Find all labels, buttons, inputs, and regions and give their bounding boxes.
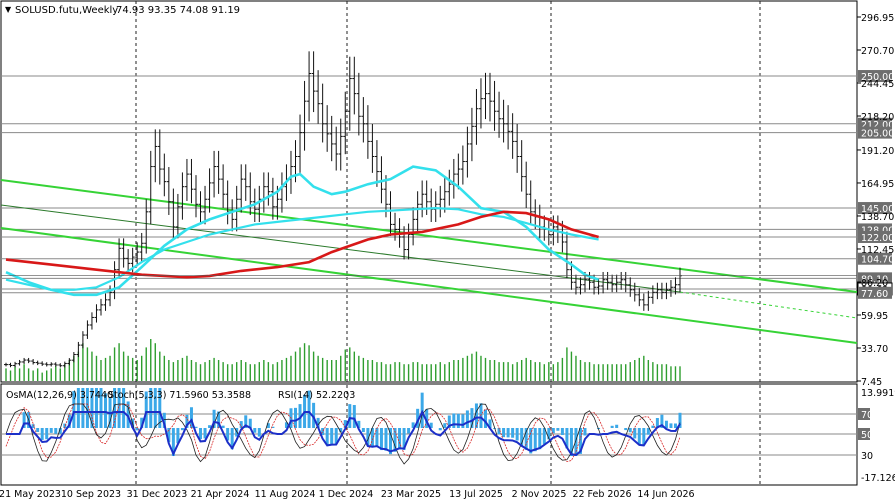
level-label: 205.00 [861, 129, 894, 140]
level-label: 122.00 [861, 233, 894, 244]
channel-upper-line [0, 179, 858, 293]
indicator-tick-label: 30 [861, 451, 873, 462]
time-tick-label: 11 Aug 2024 [255, 489, 316, 500]
header-symbol: SOLUSD.futu,Weekly [15, 5, 118, 16]
time-grid [135, 1, 761, 485]
time-tick-label: 31 Dec 2023 [127, 489, 188, 500]
price-chart: 250.00212.00205.00145.00128.00122.00104.… [0, 0, 895, 500]
level-label: 104.70 [861, 255, 894, 266]
price-tick-label: 33.70 [861, 344, 888, 355]
indicator-tick-label: 50 [861, 430, 873, 441]
time-tick-label: 14 Jun 2026 [637, 489, 694, 500]
rsi-label: RSI(14) 52.2203 [278, 390, 355, 401]
price-tick-label: 296.95 [861, 13, 894, 24]
price-tick-label: 112.45 [861, 245, 894, 256]
time-tick-label: 21 May 2023 [0, 489, 61, 500]
time-axis: 21 May 2023 10 Sep 2023 31 Dec 2023 21 Apr … [0, 489, 695, 500]
time-tick-label: 10 Sep 2023 [61, 489, 121, 500]
osma-label: OsMA(12,26,9) 3.7440 [6, 390, 113, 401]
channel-lower-line [0, 227, 858, 344]
header-arrow-icon: ▼ [5, 5, 12, 14]
header-ohlc: 74.93 93.35 74.08 91.19 [116, 5, 240, 16]
price-tick-label: 86.20 [861, 278, 888, 289]
indicator-tick-label: -17.1267 [861, 473, 895, 484]
time-tick-label: 1 Dec 2024 [319, 489, 374, 500]
volume-bars [5, 339, 681, 381]
time-tick-label: 22 Feb 2026 [572, 489, 631, 500]
time-tick-label: 21 Apr 2024 [191, 489, 250, 500]
price-tick-label: 270.70 [861, 46, 894, 57]
time-tick-label: 23 Mar 2025 [381, 489, 441, 500]
price-bars [4, 51, 682, 368]
price-axis: 250.00212.00205.00145.00128.00122.00104.… [857, 13, 895, 484]
time-tick-label: 2 Nov 2025 [512, 489, 567, 500]
price-tick-label: 244.45 [861, 79, 894, 90]
trend-channels [0, 179, 858, 344]
stoch-label: Stoch(5,3,3) 71.5960 53.3588 [108, 390, 251, 401]
moving-averages [1, 165, 857, 297]
price-tick-label: 191.20 [861, 146, 894, 157]
time-tick-label: 13 Jul 2025 [449, 489, 503, 500]
ma-slow-line [5, 210, 599, 279]
price-tick-label: 138.70 [861, 212, 894, 223]
channel-mid-extension [679, 291, 858, 319]
indicator-tick-label: 13.9919 [861, 388, 895, 399]
indicator-tick-label: 70 [861, 410, 873, 421]
price-tick-label: 59.95 [861, 311, 888, 322]
level-label: 77.60 [861, 289, 888, 300]
price-tick-label: 218.20 [861, 112, 894, 123]
price-tick-label: 164.95 [861, 179, 894, 190]
price-tick-label: 7.45 [861, 377, 882, 388]
